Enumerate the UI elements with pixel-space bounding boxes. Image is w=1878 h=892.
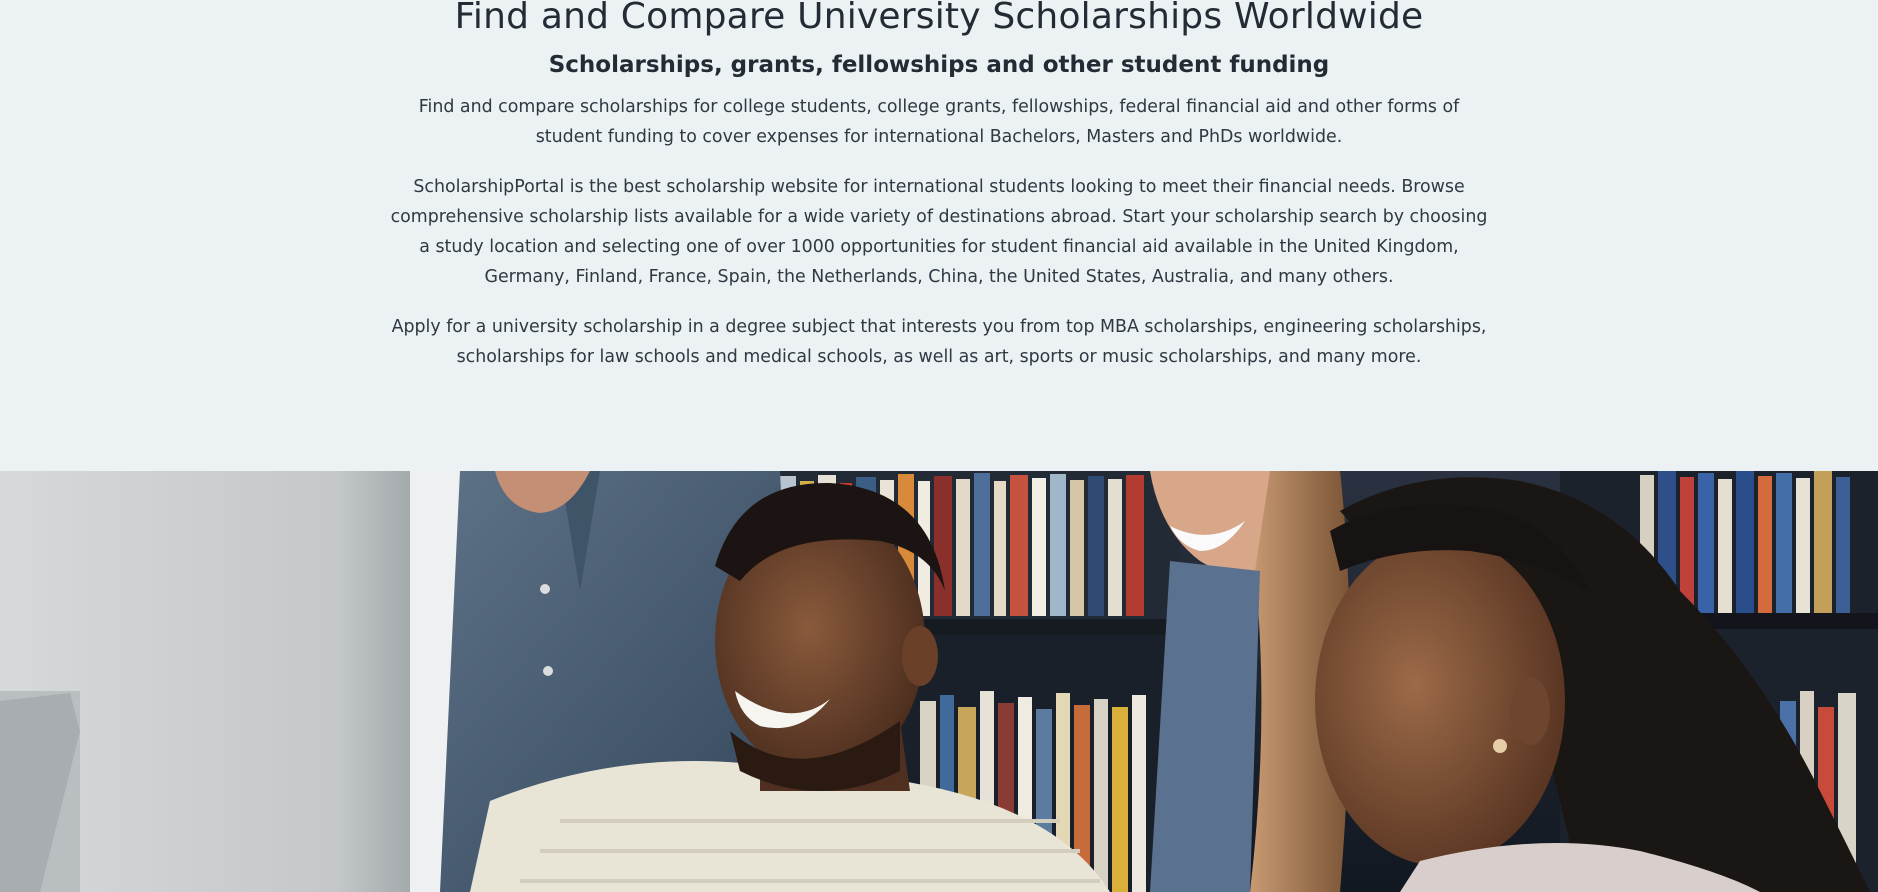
intro-section: Find and Compare University Scholarships… [0, 0, 1878, 471]
intro-paragraph: Apply for a university scholarship in a … [391, 317, 1487, 367]
monitor [0, 471, 462, 892]
students-photo-illustration [0, 471, 1878, 892]
students-photo [0, 471, 1878, 892]
page-title: Find and Compare University Scholarships… [454, 0, 1424, 37]
intro-paragraph: Find and compare scholarships for colleg… [418, 97, 1460, 147]
intro-paragraph: ScholarshipPortal is the best scholarshi… [390, 177, 1488, 287]
page-subtitle: Scholarships, grants, fellowships and ot… [548, 52, 1330, 78]
